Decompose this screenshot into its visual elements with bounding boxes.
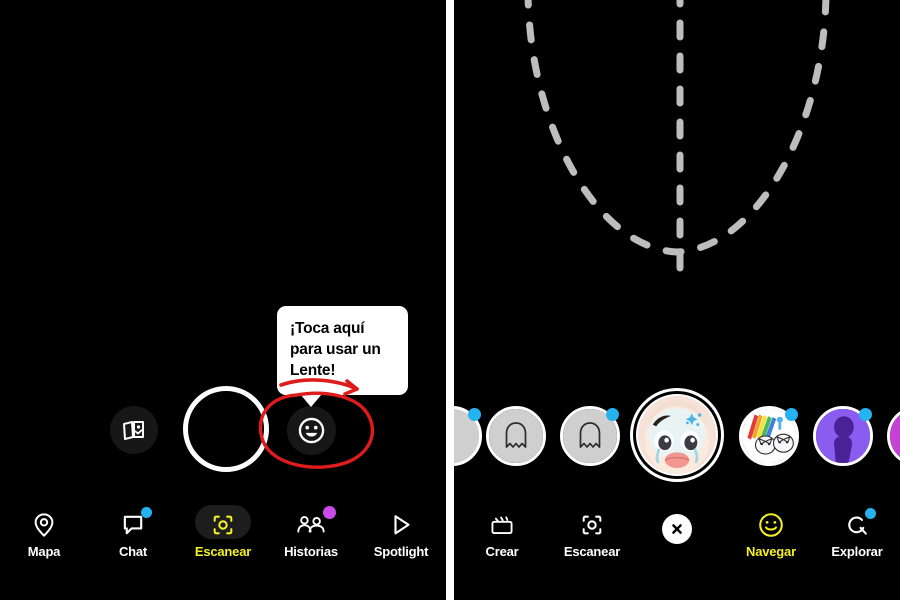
screenshot-root: ¡Toca aquí para usar un Lente! Mapa Chat… xyxy=(0,0,900,600)
nav-icon-wrap xyxy=(266,506,356,542)
nav-label-escanear: Escanear xyxy=(194,544,252,559)
nav-item-navegar[interactable]: Navegar xyxy=(726,508,816,559)
scan-frame-icon xyxy=(582,515,602,535)
crying-face-thumb xyxy=(638,396,716,474)
right-bottom-nav: Crear Escanear Navegar Explorar xyxy=(454,500,900,600)
nav-item-historias[interactable]: Historias xyxy=(266,506,356,559)
lens-badge-dot xyxy=(859,408,872,421)
nav-item-crear[interactable]: Crear xyxy=(457,508,547,559)
lens-thumb xyxy=(489,409,543,463)
nav-label-historias: Historias xyxy=(284,544,338,559)
memories-button[interactable] xyxy=(110,406,158,454)
nav-label-escanear: Escanear xyxy=(563,544,621,559)
nav-item-explorar[interactable]: Explorar xyxy=(812,508,900,559)
lens-tooltip-line-2: para usar un xyxy=(290,341,381,358)
ghost-icon xyxy=(505,422,527,448)
historias-badge-dot xyxy=(323,506,336,519)
left-screen-camera: ¡Toca aquí para usar un Lente! Mapa Chat… xyxy=(0,0,446,600)
lens-item-edge-left[interactable] xyxy=(454,406,482,466)
memories-icon xyxy=(123,421,144,440)
nav-item-spotlight[interactable]: Spotlight xyxy=(356,508,446,559)
lens-badge-dot xyxy=(785,408,798,421)
panel-divider xyxy=(446,0,454,600)
right-screen-lens-carousel: Toca para tomar una foto. Mantén pulsado… xyxy=(454,0,900,600)
play-triangle-icon xyxy=(394,515,410,535)
nav-label-chat: Chat xyxy=(118,544,148,559)
nav-label-mapa: Mapa xyxy=(27,544,61,559)
lens-item-purple[interactable] xyxy=(813,406,873,466)
lens-item-selected-crying-face[interactable] xyxy=(630,388,724,482)
lens-tooltip-line-3: Lente! xyxy=(290,362,336,379)
nav-icon-wrap xyxy=(178,505,268,542)
nav-label-explorar: Explorar xyxy=(831,544,883,559)
lens-item-ghost-1[interactable] xyxy=(486,406,546,466)
lens-badge-dot xyxy=(468,408,481,421)
nav-icon-wrap xyxy=(0,508,89,542)
nav-label-crear: Crear xyxy=(485,544,519,559)
chat-badge-dot xyxy=(141,507,152,518)
ghost-icon xyxy=(579,422,601,448)
nav-icon-wrap xyxy=(356,508,446,542)
lens-thumb xyxy=(636,394,718,476)
lens-item-colorful[interactable] xyxy=(739,406,799,466)
stories-people-icon xyxy=(297,516,325,533)
nav-icon-wrap xyxy=(812,508,900,542)
lens-item-magenta-edge[interactable] xyxy=(887,406,900,466)
map-pin-icon xyxy=(34,513,54,537)
smiley-icon xyxy=(759,513,783,537)
nav-icon-wrap xyxy=(88,507,178,542)
scan-frame-icon xyxy=(213,515,233,535)
nav-item-mapa[interactable]: Mapa xyxy=(0,508,89,559)
lens-tooltip-line-1: ¡Toca aquí xyxy=(290,320,365,337)
nav-item-chat[interactable]: Chat xyxy=(88,507,178,559)
close-x-icon xyxy=(672,524,682,534)
nav-label-spotlight: Spotlight xyxy=(373,544,429,559)
close-button[interactable] xyxy=(662,514,692,544)
left-bottom-nav: Mapa Chat Escanear Historias Spotlight xyxy=(0,500,446,600)
lens-badge-dot xyxy=(606,408,619,421)
face-guide-outline xyxy=(524,0,830,280)
nav-icon-wrap xyxy=(547,508,637,542)
shutter-button[interactable] xyxy=(183,386,269,472)
lens-carousel[interactable] xyxy=(454,388,900,482)
explorar-badge-dot xyxy=(865,508,876,519)
lens-thumb xyxy=(890,409,900,463)
smiley-lens-icon xyxy=(298,417,325,444)
lens-button[interactable] xyxy=(287,406,336,455)
lens-tooltip: ¡Toca aquí para usar un Lente! xyxy=(277,306,408,407)
nav-item-escanear[interactable]: Escanear xyxy=(178,505,268,559)
clapperboard-icon xyxy=(491,515,513,534)
lens-item-ghost-2[interactable] xyxy=(560,406,620,466)
nav-icon-wrap xyxy=(457,508,547,542)
nav-item-escanear[interactable]: Escanear xyxy=(547,508,637,559)
nav-icon-wrap xyxy=(726,508,816,542)
nav-label-navegar: Navegar xyxy=(746,544,796,559)
